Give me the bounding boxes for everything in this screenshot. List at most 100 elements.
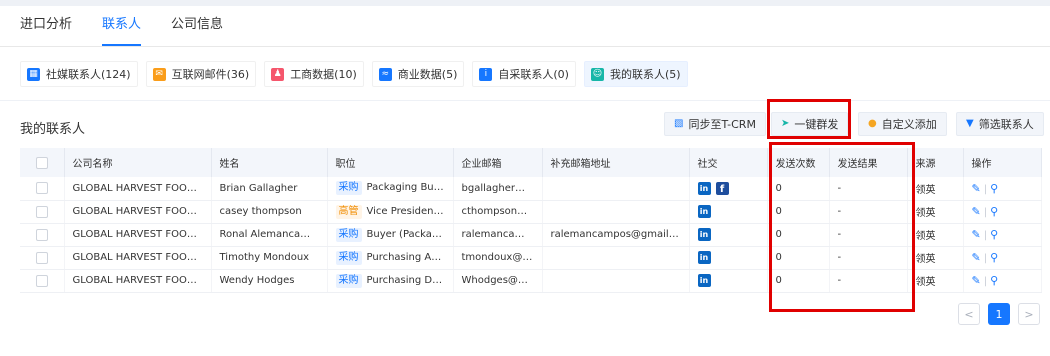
chip-label: 商业数据(5) <box>397 68 458 81</box>
linkedin-icon[interactable]: in <box>697 228 711 241</box>
chip-commercial-data[interactable]: ≈ 商业数据(5) <box>371 61 465 87</box>
chip-label: 我的联系人(5) <box>609 68 681 81</box>
position-cell: 采购 Purchasing Depart... <box>327 269 454 293</box>
col-social: 社交 <box>689 148 768 177</box>
position-text: Packaging Buyer <box>366 182 450 194</box>
sync-tcrm-label: 同步至T-CRM <box>688 118 756 131</box>
col-name: 姓名 <box>211 148 328 177</box>
actions-cell: ✎ | ⚲ <box>963 246 1042 270</box>
extra-email-cell <box>542 246 690 270</box>
actions-cell: ✎ | ⚲ <box>963 269 1042 293</box>
linkedin-icon[interactable]: in <box>697 181 711 195</box>
position-text: Vice President Sup... <box>366 205 453 217</box>
source-cell: 领英 <box>907 200 964 224</box>
source-cell: 领英 <box>907 223 964 247</box>
source-cell: 领英 <box>907 246 964 270</box>
tab-import-analysis[interactable]: 进口分析 <box>20 17 72 46</box>
chart-icon: ≈ <box>378 67 392 81</box>
email-cell: bgallagher@ghfoo... <box>453 177 543 201</box>
social-cell: in f <box>689 177 768 201</box>
edit-icon[interactable]: ✎ <box>972 251 981 264</box>
linkedin-icon[interactable]: in <box>697 251 711 264</box>
row-checkbox[interactable] <box>35 251 48 264</box>
action-separator: | <box>983 207 988 218</box>
role-tag: 采购 <box>335 273 362 288</box>
name-cell: Timothy Mondoux <box>211 246 328 270</box>
contact-card-icon: i <box>479 67 493 81</box>
top-panel: 进口分析 联系人 公司信息 ▦ 社媒联系人(124) ✉ 互联网邮件(36) ♟… <box>0 6 1050 100</box>
search-icon[interactable]: ⚲ <box>990 274 998 287</box>
row-select-cell <box>20 246 65 270</box>
edit-icon[interactable]: ✎ <box>972 205 981 218</box>
name-cell: Ronal Alemancampos <box>211 223 328 247</box>
chip-social-contacts[interactable]: ▦ 社媒联系人(124) <box>20 61 138 87</box>
prev-page-button[interactable]: < <box>958 303 980 325</box>
col-email: 企业邮箱 <box>453 148 543 177</box>
extra-email-cell <box>542 269 690 293</box>
social-cell: in <box>689 223 768 247</box>
tab-contacts[interactable]: 联系人 <box>102 17 142 46</box>
tab-company-info[interactable]: 公司信息 <box>171 17 223 46</box>
social-cell: in <box>689 269 768 293</box>
position-cell: 高管 Vice President Sup... <box>327 200 454 224</box>
chip-label: 社媒联系人(124) <box>46 68 131 81</box>
chip-business-data[interactable]: ♟ 工商数据(10) <box>264 61 364 87</box>
col-actions: 操作 <box>963 148 1042 177</box>
row-checkbox[interactable] <box>35 228 48 241</box>
position-text: Purchasing Agent <box>366 251 453 263</box>
col-extra-email: 补充邮箱地址 <box>542 148 690 177</box>
send-count-cell: 0 <box>767 177 830 201</box>
edit-icon[interactable]: ✎ <box>972 182 981 195</box>
tab-divider <box>0 46 1050 47</box>
position-cell: 采购 Packaging Buyer <box>327 177 454 201</box>
chip-my-contacts[interactable]: ☺ 我的联系人(5) <box>583 61 688 87</box>
sync-tcrm-button[interactable]: ▧ 同步至T-CRM <box>664 112 766 136</box>
select-all-checkbox[interactable] <box>35 156 48 169</box>
custom-add-button[interactable]: ● 自定义添加 <box>858 112 947 136</box>
search-icon[interactable]: ⚲ <box>990 228 998 241</box>
company-cell: GLOBAL HARVEST FOODS LTD <box>64 223 212 247</box>
edit-icon[interactable]: ✎ <box>972 274 981 287</box>
position-text: Purchasing Depart... <box>366 274 453 286</box>
email-cell: Whodges@ghfood... <box>453 269 543 293</box>
row-checkbox[interactable] <box>35 205 48 218</box>
search-icon[interactable]: ⚲ <box>990 251 998 264</box>
search-icon[interactable]: ⚲ <box>990 182 998 195</box>
col-position: 职位 <box>327 148 454 177</box>
source-cell: 领英 <box>907 269 964 293</box>
source-cell: 领英 <box>907 177 964 201</box>
select-all-cell <box>20 148 65 177</box>
email-cell: ralemancampos@... <box>453 223 543 247</box>
linkedin-icon[interactable]: in <box>697 205 711 218</box>
search-icon[interactable]: ⚲ <box>990 205 998 218</box>
linkedin-icon[interactable]: in <box>697 274 711 287</box>
row-checkbox[interactable] <box>35 274 48 287</box>
bulk-send-label: 一键群发 <box>794 118 839 131</box>
edit-icon[interactable]: ✎ <box>972 228 981 241</box>
company-cell: GLOBAL HARVEST FOODS LTD <box>64 200 212 224</box>
chip-label: 工商数据(10) <box>290 68 357 81</box>
facebook-icon[interactable]: f <box>715 181 729 195</box>
social-cell: in <box>689 246 768 270</box>
action-separator: | <box>983 253 988 264</box>
source-filter-chips: ▦ 社媒联系人(124) ✉ 互联网邮件(36) ♟ 工商数据(10) ≈ 商业… <box>20 61 688 87</box>
bulk-send-button[interactable]: ➤ 一键群发 <box>771 112 849 136</box>
section-title: 我的联系人 <box>20 122 86 137</box>
row-checkbox[interactable] <box>35 182 48 195</box>
contacts-table: 公司名称 姓名 职位 企业邮箱 补充邮箱地址 社交 发送次数 发送结果 来源 操… <box>20 148 1042 293</box>
email-cell: cthompson@ghfo... <box>453 200 543 224</box>
filter-contacts-label: 筛选联系人 <box>978 118 1034 131</box>
chip-self-collected[interactable]: i 自采联系人(0) <box>472 61 576 87</box>
page-1-button[interactable]: 1 <box>988 303 1010 325</box>
chip-internet-mail[interactable]: ✉ 互联网邮件(36) <box>145 61 257 87</box>
action-separator: | <box>983 276 988 287</box>
send-count-cell: 0 <box>767 200 830 224</box>
next-page-button[interactable]: > <box>1018 303 1040 325</box>
role-tag: 高管 <box>335 204 362 219</box>
company-cell: GLOBAL HARVEST FOODS LTD <box>64 177 212 201</box>
role-tag: 采购 <box>335 181 362 196</box>
col-company: 公司名称 <box>64 148 212 177</box>
filter-contacts-button[interactable]: ▼ 筛选联系人 <box>956 112 1044 136</box>
role-tag: 采购 <box>335 250 362 265</box>
actions-cell: ✎ | ⚲ <box>963 200 1042 224</box>
